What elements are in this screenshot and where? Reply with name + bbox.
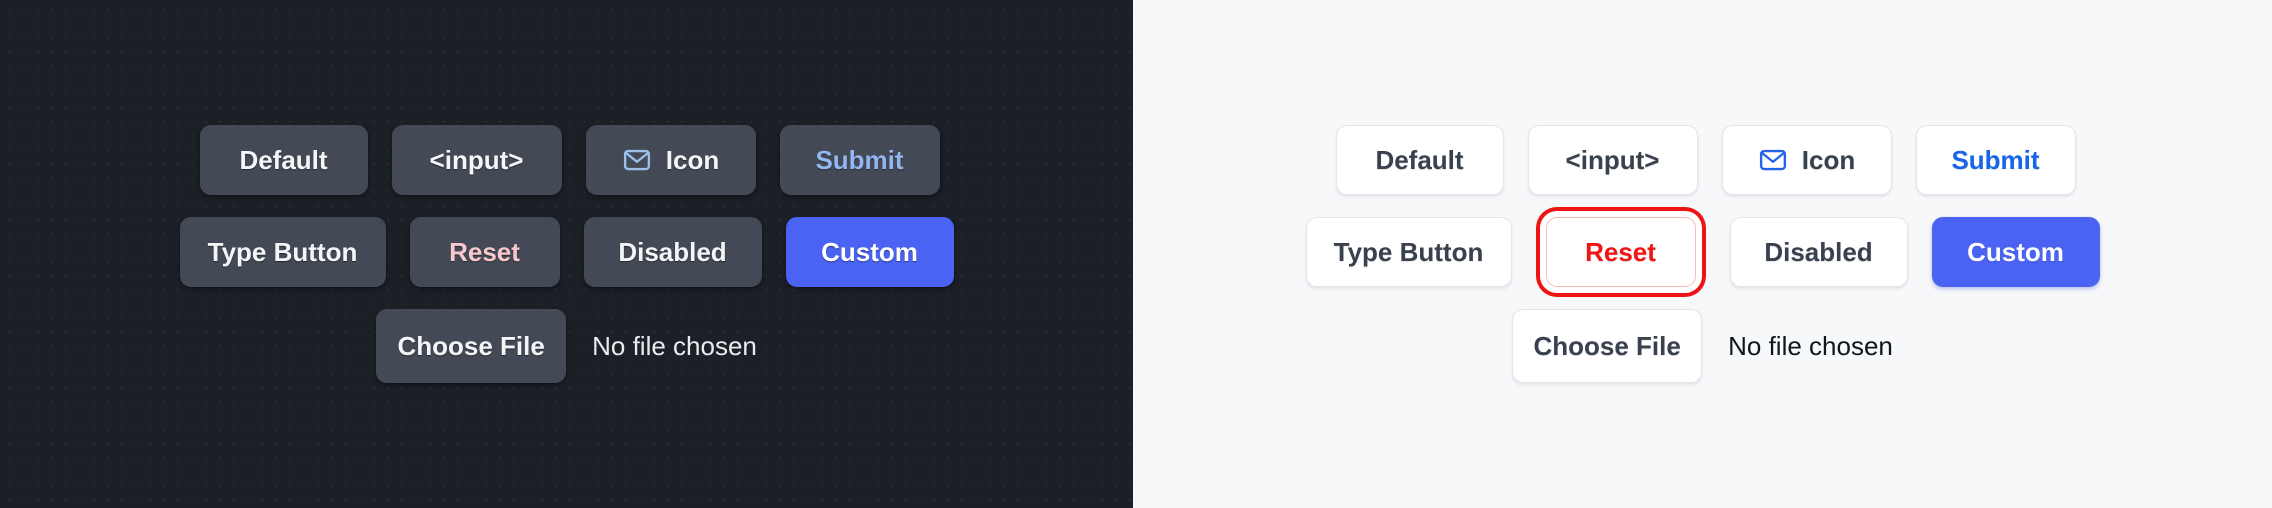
- light-theme-panel: Default <input> Icon Submit Type Button …: [1133, 0, 2272, 508]
- dark-button-row-1: Default <input> Icon Submit: [194, 125, 940, 195]
- choose-file-button[interactable]: Choose File: [376, 309, 567, 383]
- light-button-row-2: Type Button Reset Disabled Custom: [1305, 217, 2100, 287]
- envelope-icon: [622, 145, 652, 175]
- submit-button[interactable]: Submit: [779, 125, 940, 195]
- light-button-row-1: Default <input> Icon Submit: [1330, 125, 2076, 195]
- input-button[interactable]: <input>: [391, 125, 562, 195]
- icon-button-label: Icon: [1801, 145, 1856, 175]
- submit-button[interactable]: Submit: [1915, 125, 2076, 195]
- choose-file-button[interactable]: Choose File: [1512, 309, 1703, 383]
- default-button[interactable]: Default: [199, 125, 368, 195]
- icon-button[interactable]: Icon: [1721, 125, 1892, 195]
- input-button[interactable]: <input>: [1527, 125, 1698, 195]
- custom-button[interactable]: Custom: [785, 217, 954, 287]
- file-status-label: No file chosen: [1728, 331, 1893, 361]
- dark-theme-panel: Default <input> Icon Submit Type Button …: [0, 0, 1133, 508]
- dark-button-row-2: Type Button Reset Disabled Custom: [179, 217, 954, 287]
- reset-button[interactable]: Reset: [1545, 217, 1696, 287]
- dark-button-groups: Default <input> Icon Submit Type Button …: [0, 0, 1133, 508]
- icon-button[interactable]: Icon: [585, 125, 756, 195]
- envelope-icon: [1758, 145, 1788, 175]
- light-button-groups: Default <input> Icon Submit Type Button …: [1133, 0, 2272, 508]
- disabled-button: Disabled: [583, 217, 762, 287]
- dark-file-input-row: Choose File No file chosen: [376, 309, 757, 383]
- light-file-input-row: Choose File No file chosen: [1512, 309, 1893, 383]
- type-button[interactable]: Type Button: [179, 217, 386, 287]
- button-showcase: Default <input> Icon Submit Type Button …: [0, 0, 2272, 508]
- icon-button-label: Icon: [665, 145, 720, 175]
- file-status-label: No file chosen: [592, 331, 757, 361]
- type-button[interactable]: Type Button: [1305, 217, 1512, 287]
- reset-button[interactable]: Reset: [409, 217, 560, 287]
- custom-button[interactable]: Custom: [1931, 217, 2100, 287]
- default-button[interactable]: Default: [1335, 125, 1504, 195]
- disabled-button: Disabled: [1729, 217, 1908, 287]
